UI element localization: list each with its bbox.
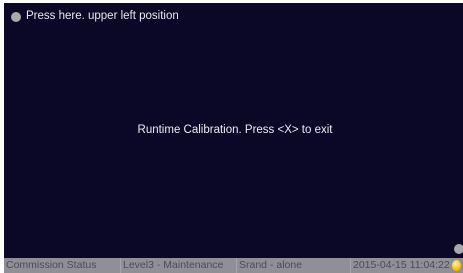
calibration-screen[interactable]: Press here. upper left position Runtime … <box>4 3 463 258</box>
datetime: 2015-04-15 11:04:22 <box>353 259 450 271</box>
status-bar: Commission Status Level3 - Maintenance S… <box>4 258 463 273</box>
calibration-target-upper-left[interactable] <box>11 12 21 22</box>
commission-status: Commission Status <box>4 258 121 273</box>
calibration-target-lower-right[interactable] <box>454 244 463 254</box>
datetime-cell: 2015-04-15 11:04:22 <box>351 258 463 273</box>
calibration-prompt: Press here. upper left position <box>26 10 179 22</box>
user-level: Level3 - Maintenance <box>121 258 237 273</box>
calibration-message: Runtime Calibration. Press <X> to exit <box>137 124 333 136</box>
lightbulb-icon[interactable] <box>451 260 461 271</box>
operating-mode: Srand - alone <box>237 258 351 273</box>
